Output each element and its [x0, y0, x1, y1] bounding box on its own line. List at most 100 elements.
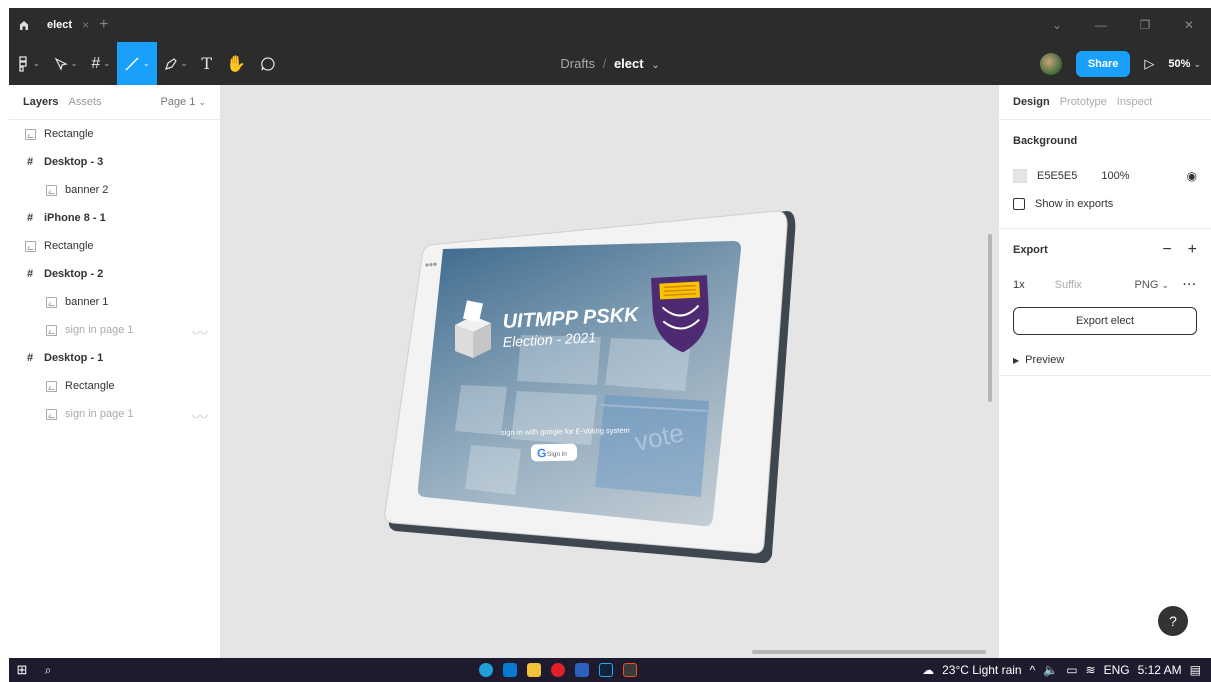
opera-icon[interactable] [551, 663, 565, 677]
layer-name: Desktop - 1 [44, 352, 104, 364]
pen-tool-icon [164, 57, 177, 70]
figma-icon[interactable] [623, 663, 637, 677]
background-hex[interactable]: E5E5E5 [1037, 170, 1077, 182]
add-export-button[interactable]: + [1188, 241, 1197, 259]
canvas-horizontal-scrollbar[interactable] [752, 650, 986, 654]
close-tab-icon[interactable]: × [82, 18, 89, 32]
breadcrumb-folder[interactable]: Drafts [560, 56, 595, 71]
google-g-icon: G [537, 446, 547, 460]
edge-icon[interactable] [479, 663, 493, 677]
move-tool-button[interactable]: ⌄ [47, 42, 85, 85]
line-tool-button[interactable]: ⌄ [117, 42, 157, 85]
more-options-icon[interactable]: ··· [1183, 279, 1197, 291]
avatar[interactable] [1039, 52, 1062, 75]
export-format: PNG [1134, 279, 1159, 291]
layer-row[interactable]: # Desktop - 2 [9, 260, 220, 288]
layer-row[interactable]: banner 2 [9, 176, 220, 204]
figma-window: elect × + ⌄ — ❐ ✕ ⌄ ⌄ # ⌄ ⌄ ⌄ T ✋ Drafts… [0, 0, 1211, 682]
photoshop-icon[interactable] [599, 663, 613, 677]
close-window-button[interactable]: ✕ [1167, 18, 1211, 32]
tab-prototype[interactable]: Prototype [1060, 96, 1107, 108]
export-button[interactable]: Export elect [1013, 307, 1197, 335]
layer-row[interactable]: banner 1 [9, 288, 220, 316]
zoom-dropdown[interactable]: 50% ⌄ [1168, 58, 1201, 70]
new-tab-icon[interactable]: + [99, 16, 108, 34]
chevron-down-icon: ⌄ [33, 59, 40, 68]
layer-row[interactable]: Rectangle [9, 372, 220, 400]
search-icon[interactable]: ⌕ [35, 663, 61, 678]
design-canvas[interactable]: UITMPP PSKK Election - 2021 vote sign in… [221, 85, 998, 658]
layer-row[interactable]: # Desktop - 3 [9, 148, 220, 176]
canvas-vertical-scrollbar[interactable] [988, 234, 992, 402]
google-signin-label: Sign in [547, 451, 567, 458]
help-button[interactable]: ? [1158, 606, 1188, 636]
clock[interactable]: 5:12 AM [1138, 663, 1182, 677]
layers-panel: Layers Assets Page 1 ⌄ Rectangle # Deskto… [9, 85, 221, 658]
toolbar-right: Share ▷ 50% ⌄ [1039, 50, 1211, 77]
battery-icon[interactable]: ▭ [1066, 663, 1077, 677]
frame-icon: # [26, 156, 34, 168]
remove-export-button[interactable]: − [1162, 241, 1171, 259]
text-tool-button[interactable]: T [194, 42, 219, 85]
home-icon[interactable] [9, 8, 39, 42]
export-format-dropdown[interactable]: PNG ⌄ [1135, 279, 1169, 291]
file-tab[interactable]: elect × [39, 13, 97, 37]
chevron-up-icon[interactable]: ^ [1030, 663, 1036, 677]
export-scale[interactable]: 1x [1013, 279, 1025, 291]
layer-name: sign in page 1 [65, 324, 134, 336]
eye-icon[interactable]: ◉ [1187, 169, 1197, 183]
file-explorer-icon[interactable] [527, 663, 541, 677]
hand-tool-button[interactable]: ✋ [219, 42, 253, 85]
windows-start-icon[interactable]: ⊞ [9, 662, 35, 678]
chevron-down-icon[interactable]: ⌄ [1035, 18, 1079, 32]
comment-tool-button[interactable] [253, 42, 283, 85]
volume-icon[interactable]: 🔈 [1043, 663, 1058, 677]
notifications-icon[interactable]: ▤ [1190, 663, 1201, 677]
tab-layers[interactable]: Layers [23, 96, 58, 108]
present-play-icon[interactable]: ▷ [1144, 56, 1154, 72]
background-section: Background E5E5E5 100% ◉ Show in exports [999, 120, 1211, 229]
store-icon[interactable] [503, 663, 517, 677]
breadcrumb-separator: / [602, 56, 607, 71]
wifi-icon[interactable]: ≋ [1086, 663, 1096, 677]
layer-row[interactable]: sign in page 1 ◡◡ [9, 400, 220, 428]
tab-assets[interactable]: Assets [68, 96, 101, 108]
language-indicator[interactable]: ENG [1104, 663, 1130, 677]
layer-row[interactable]: Rectangle [9, 232, 220, 260]
chevron-down-icon: ⌄ [1161, 280, 1169, 290]
background-color-swatch[interactable] [1013, 169, 1027, 183]
layer-row[interactable]: Rectangle [9, 120, 220, 148]
weather-icon[interactable]: ☁ [922, 663, 934, 677]
main-menu-button[interactable]: ⌄ [9, 42, 47, 85]
comment-icon [261, 56, 275, 71]
layer-row[interactable]: # Desktop - 1 [9, 344, 220, 372]
hidden-eye-icon[interactable]: ◡◡ [192, 325, 208, 336]
figma-menu-icon [19, 55, 27, 72]
file-name[interactable]: elect [614, 56, 644, 71]
line-tool-icon [125, 57, 139, 70]
tab-design[interactable]: Design [1013, 96, 1050, 108]
minimize-button[interactable]: — [1079, 18, 1123, 32]
weather-text[interactable]: 23°C Light rain [942, 663, 1022, 677]
word-icon[interactable] [575, 663, 589, 677]
share-button[interactable]: Share [1075, 50, 1131, 77]
page-selector[interactable]: Page 1 ⌄ [161, 96, 206, 108]
layer-row[interactable]: # iPhone 8 - 1 [9, 204, 220, 232]
pen-tool-button[interactable]: ⌄ [157, 42, 195, 85]
tablet-mockup[interactable]: UITMPP PSKK Election - 2021 vote sign in… [221, 85, 998, 658]
background-opacity[interactable]: 100% [1101, 170, 1129, 182]
hidden-eye-icon[interactable]: ◡◡ [192, 409, 208, 420]
chevron-down-icon: ⌄ [70, 59, 78, 68]
restore-button[interactable]: ❐ [1123, 18, 1167, 32]
google-signin-button[interactable]: G Sign in [530, 443, 578, 462]
image-layer-icon [45, 408, 57, 420]
tab-inspect[interactable]: Inspect [1117, 96, 1152, 108]
export-suffix-input[interactable]: Suffix [1055, 279, 1082, 291]
file-menu-chevron-icon[interactable]: ⌄ [651, 60, 659, 71]
show-in-exports-checkbox[interactable] [1013, 198, 1025, 210]
layer-name: Rectangle [65, 380, 115, 392]
preview-toggle[interactable]: ▶ Preview [1013, 345, 1197, 375]
zoom-level: 50% [1168, 57, 1191, 70]
layer-row[interactable]: sign in page 1 ◡◡ [9, 316, 220, 344]
frame-tool-button[interactable]: # ⌄ [84, 42, 117, 85]
